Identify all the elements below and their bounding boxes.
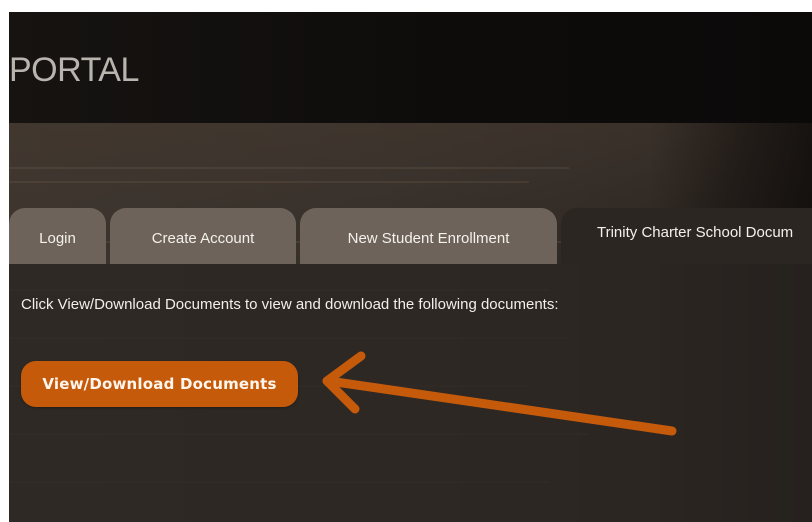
site-header: PORTAL	[9, 12, 812, 123]
background-blind-line	[9, 181, 529, 183]
tab-trinity-documents-label: Trinity Charter School Docum	[597, 224, 794, 241]
view-download-documents-button[interactable]: View/Download Documents	[21, 361, 298, 407]
portal-title: PORTAL	[9, 51, 139, 89]
tab-create-account-label: Create Account	[151, 229, 255, 247]
background-blind-line	[9, 167, 569, 169]
tab-new-student-enrollment[interactable]: New Student Enrollment	[300, 208, 557, 264]
tab-trinity-charter-school-documents[interactable]: Trinity Charter School Docum	[561, 208, 812, 264]
tab-create-account[interactable]: Create Account	[110, 208, 296, 264]
tab-new-student-enrollment-label: New Student Enrollment	[347, 229, 510, 247]
tab-login[interactable]: Login	[9, 208, 106, 264]
screenshot-frame: PORTAL Login Create Account New Student …	[9, 12, 812, 522]
tab-login-label: Login	[39, 229, 76, 247]
instructions-text: Click View/Download Documents to view an…	[21, 296, 559, 313]
